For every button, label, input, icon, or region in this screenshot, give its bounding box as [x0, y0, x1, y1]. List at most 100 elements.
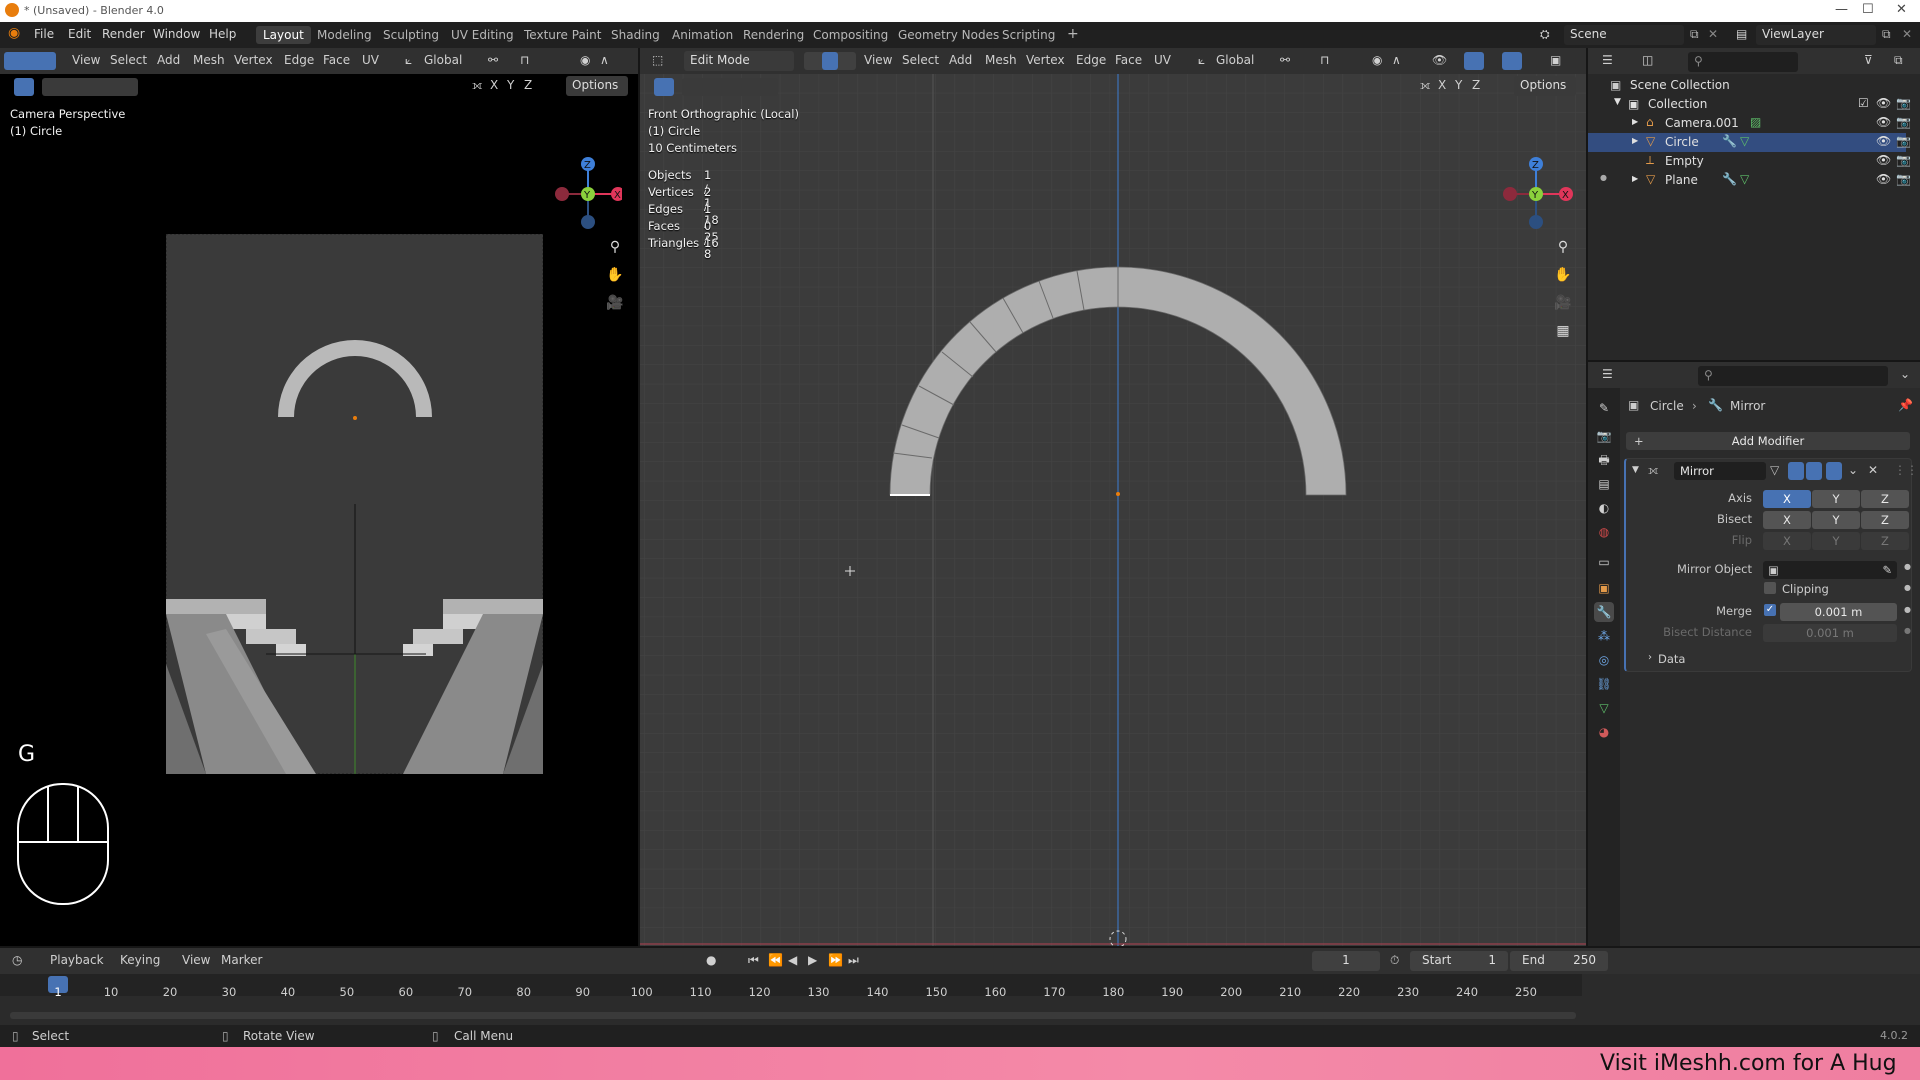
view-layer-tab-icon[interactable]: ▤	[1594, 474, 1614, 494]
add-modifier-button[interactable]: + Add Modifier	[1626, 432, 1910, 450]
play-icon[interactable]: ▶	[808, 953, 817, 967]
workspace-tab-layout[interactable]: Layout	[256, 26, 311, 44]
eye-icon[interactable]: 👁	[1876, 153, 1891, 167]
filter-icon[interactable]: ⊽	[1864, 53, 1873, 67]
play-reverse-icon[interactable]: ◀	[788, 953, 797, 967]
viewlayer-new-icon[interactable]: ⧉	[1882, 27, 1891, 42]
options-dropdown[interactable]: Options	[566, 76, 628, 96]
prev-keyframe-icon[interactable]: ⏪	[768, 953, 783, 967]
remove-modifier-icon[interactable]: ✕	[1868, 463, 1878, 477]
flip-y-toggle[interactable]: Y	[1812, 532, 1860, 550]
bisect-x-toggle[interactable]: X	[1763, 511, 1811, 529]
eye-icon[interactable]: 👁	[1876, 134, 1891, 148]
expand-arrow-icon[interactable]: ▶	[1632, 174, 1638, 183]
chevron-down-icon[interactable]: ⌄	[1900, 367, 1910, 381]
pan-hand-icon[interactable]: ✋	[1552, 264, 1574, 286]
record-icon[interactable]: ●	[706, 953, 716, 967]
mirror-axis-icon[interactable]: ⟗	[472, 78, 483, 93]
keyframe-dot-icon[interactable]: ●	[1904, 562, 1911, 571]
clock-icon[interactable]: ⏱	[1390, 953, 1399, 968]
menu-window[interactable]: Window	[153, 27, 200, 41]
add-workspace-icon[interactable]: +	[1060, 24, 1086, 44]
menu-vertex[interactable]: Vertex	[234, 53, 273, 67]
proportional-edit-icon[interactable]: ◉	[580, 53, 590, 67]
pivot-icon[interactable]: ⚯	[488, 53, 498, 67]
workspace-tab-sculpting[interactable]: Sculpting	[376, 26, 446, 44]
navigation-gizmo-main[interactable]: Z X Y	[1494, 152, 1574, 232]
chevron-down-icon[interactable]: ⌄	[1848, 463, 1858, 477]
snap-icon[interactable]: ⊓	[520, 53, 529, 67]
object-tab-icon[interactable]: ▣	[1594, 578, 1614, 598]
camera-view-icon[interactable]: 🎥	[1552, 292, 1574, 314]
zoom-icon[interactable]: ⚲	[1552, 236, 1574, 258]
jump-end-icon[interactable]: ⏭	[848, 953, 859, 968]
workspace-tab-rendering[interactable]: Rendering	[736, 26, 811, 44]
viewlayer-remove-icon[interactable]: ✕	[1902, 27, 1912, 41]
viewlayer-icon[interactable]: ▤	[1736, 27, 1747, 41]
3d-cursor[interactable]	[1109, 930, 1127, 946]
eye-icon[interactable]: 👁	[1876, 172, 1891, 186]
workspace-tab-compositing[interactable]: Compositing	[806, 26, 895, 44]
render-camera-icon[interactable]: 📷	[1896, 134, 1911, 148]
mirror-y-toggle[interactable]: Y	[507, 78, 514, 92]
keyframe-dot-icon[interactable]: ●	[1904, 583, 1911, 592]
camera-view-icon[interactable]: 🎥	[604, 292, 626, 314]
grid-view-icon[interactable]: ▦	[1552, 320, 1574, 342]
bisect-distance-field[interactable]: 0.001 m	[1763, 624, 1897, 642]
menu-edit[interactable]: Edit	[68, 27, 91, 41]
transform-orientation-icon[interactable]: ⟀	[405, 53, 412, 68]
start-frame-field[interactable]: Start 1	[1410, 951, 1508, 971]
output-tab-icon[interactable]: 🖶	[1594, 450, 1614, 470]
workspace-tab-uv-editing[interactable]: UV Editing	[444, 26, 521, 44]
mirror-object-field[interactable]: ▣ ✎	[1763, 561, 1897, 579]
timeline-scrollbar[interactable]	[10, 1012, 1576, 1019]
viewport-toggle-icon[interactable]	[1806, 462, 1822, 480]
editor-type-icon[interactable]: ☰	[1602, 53, 1613, 67]
menu-keying[interactable]: Keying	[120, 953, 160, 967]
next-keyframe-icon[interactable]: ⏩	[828, 953, 843, 967]
menu-help[interactable]: Help	[209, 27, 236, 41]
axis-y-toggle[interactable]: Y	[1812, 490, 1860, 508]
outliner-item-plane[interactable]: ● ▶ ▽ Plane 🔧 ▽ 👁 📷	[1588, 171, 1911, 190]
merge-distance-field[interactable]: 0.001 m	[1780, 603, 1897, 621]
render-toggle-icon[interactable]	[1826, 462, 1842, 480]
render-camera-icon[interactable]: 📷	[1896, 172, 1911, 186]
select-mode-buttons[interactable]	[4, 52, 56, 70]
close-icon[interactable]: ✕	[1896, 2, 1907, 17]
world-tab-icon[interactable]: ◍	[1594, 522, 1614, 542]
menu-mesh[interactable]: Mesh	[193, 53, 225, 67]
merge-checkbox[interactable]: ✓	[1764, 604, 1776, 616]
edit-mode-viewport[interactable]: ⬚ Edit Mode View Select Add Mesh Vertex …	[640, 48, 1586, 946]
menu-face[interactable]: Face	[323, 53, 350, 67]
modifier-tab-icon[interactable]: 🔧	[1594, 602, 1614, 622]
menu-file[interactable]: File	[34, 27, 54, 41]
zoom-icon[interactable]: ⚲	[604, 236, 626, 258]
scene-selector[interactable]: Scene	[1564, 25, 1684, 45]
editor-type-icon[interactable]: ◷	[12, 953, 22, 967]
expand-arrow-icon[interactable]: ›	[1648, 652, 1652, 663]
checkbox-icon[interactable]: ☑	[1858, 96, 1869, 110]
expand-arrow-icon[interactable]: ▶	[1632, 117, 1638, 126]
outliner-search-input[interactable]: ⚲	[1688, 52, 1798, 72]
properties-search-input[interactable]: ⚲	[1698, 366, 1888, 386]
workspace-tab-scripting[interactable]: Scripting	[995, 26, 1062, 44]
collection-tab-icon[interactable]: ▭	[1594, 552, 1614, 572]
data-tab-icon[interactable]: ▽	[1594, 698, 1614, 718]
camera-viewport[interactable]: View Select Add Mesh Vertex Edge Face UV…	[0, 48, 638, 946]
data-subpanel-header[interactable]: Data	[1658, 652, 1685, 666]
arch-mesh[interactable]	[640, 48, 1586, 946]
bisect-z-toggle[interactable]: Z	[1861, 511, 1909, 529]
clipping-checkbox[interactable]	[1764, 582, 1776, 594]
flip-x-toggle[interactable]: X	[1763, 532, 1811, 550]
menu-playback[interactable]: Playback	[50, 953, 104, 967]
menu-view[interactable]: View	[182, 953, 210, 967]
drag-handle-icon[interactable]: ⋮⋮	[1894, 463, 1918, 477]
pan-hand-icon[interactable]: ✋	[604, 264, 626, 286]
navigation-gizmo-left[interactable]: Z X Y	[546, 152, 622, 232]
mirror-z-toggle[interactable]: Z	[524, 78, 532, 92]
current-frame-field[interactable]: 1	[1312, 951, 1380, 971]
falloff-icon[interactable]: ∧	[600, 53, 609, 67]
mirror-x-toggle[interactable]: X	[490, 78, 498, 92]
scene-new-icon[interactable]: ⧉	[1690, 27, 1699, 42]
transform-orientation-dropdown[interactable]: Global	[424, 53, 462, 67]
